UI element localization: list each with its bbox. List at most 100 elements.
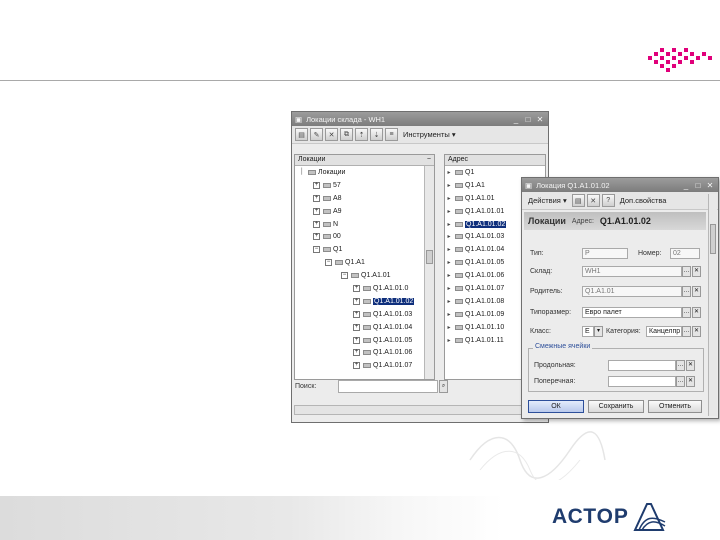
save-button[interactable]: Сохранить	[588, 400, 644, 413]
warehouse-lookup-button[interactable]: …	[682, 266, 691, 277]
expand-icon[interactable]: +	[353, 297, 360, 305]
filter-icon[interactable]: ≡	[385, 128, 398, 141]
tree-item[interactable]: +00	[295, 230, 434, 243]
class-dropdown-icon[interactable]: ▾	[594, 326, 603, 337]
tree-item[interactable]: + Q1.A1.01.05	[295, 334, 434, 347]
dialog-maximize-button[interactable]: □	[693, 180, 703, 190]
collapse-icon[interactable]: −	[341, 272, 348, 280]
folder-icon	[351, 273, 359, 279]
address-item-label: Q1.A1.01.02	[465, 220, 507, 228]
arrow-icon: ▸	[447, 182, 451, 189]
extra-props-button[interactable]: Доп.свойства	[617, 196, 670, 205]
cross-field[interactable]	[608, 376, 676, 387]
tree-item-selected[interactable]: + Q1.A1.01.02	[295, 295, 434, 308]
dialog-scrollbar[interactable]	[708, 194, 717, 416]
save-close-icon[interactable]: ✕	[586, 194, 600, 207]
size-lookup-button[interactable]: …	[682, 307, 691, 318]
locations-window: ▣ Локации склада - WH1 _ □ ✕ ▤ ✎ ✕ ⧉ ⇡ ⇣…	[291, 111, 549, 423]
warehouse-field[interactable]: WH1	[582, 266, 682, 277]
expand-icon[interactable]: +	[313, 220, 320, 228]
new-icon[interactable]: ▤	[295, 128, 308, 141]
expand-icon[interactable]: +	[353, 362, 360, 370]
arrow-icon: ▸	[447, 324, 451, 331]
location-dialog-titlebar[interactable]: ▣ Локация Q1.A1.01.02 _ □ ✕	[522, 178, 718, 192]
expand-icon[interactable]: +	[353, 323, 360, 331]
tree-item[interactable]: + A8	[295, 192, 434, 205]
expand-icon[interactable]: +	[353, 336, 360, 344]
expand-icon[interactable]: +	[313, 194, 320, 202]
expand-icon[interactable]: +	[353, 349, 360, 357]
horizontal-scrollbar[interactable]	[294, 405, 544, 415]
number-label: Номер:	[638, 250, 662, 257]
tree-item[interactable]: − Q1	[295, 243, 434, 256]
tree-item[interactable]: + Q1.A1.01.06	[295, 346, 434, 359]
tools-menu[interactable]: Инструменты ▾	[400, 130, 459, 139]
tree-item[interactable]: +57	[295, 179, 434, 192]
expand-icon[interactable]: +	[313, 207, 320, 215]
tree-item[interactable]: + N	[295, 218, 434, 231]
tree-scroll-thumb[interactable]	[426, 250, 433, 264]
help-icon[interactable]: ?	[601, 194, 615, 207]
tree-item[interactable]: + Q1.A1.01.04	[295, 321, 434, 334]
edit-icon[interactable]: ✎	[310, 128, 323, 141]
watermark-graphic	[469, 431, 606, 480]
tree-item[interactable]: + Q1.A1.01.07	[295, 359, 434, 372]
search-input[interactable]	[338, 380, 438, 393]
close-button[interactable]: ✕	[535, 114, 545, 124]
expand-icon[interactable]: +	[313, 233, 320, 241]
folder-icon	[363, 350, 371, 356]
type-field[interactable]: P	[582, 248, 628, 259]
cross-clear-button[interactable]: ✕	[686, 376, 695, 387]
dialog-scroll-thumb[interactable]	[710, 224, 716, 254]
parent-field[interactable]: Q1.A1.01	[582, 286, 682, 297]
move-up-icon[interactable]: ⇡	[355, 128, 368, 141]
maximize-button[interactable]: □	[523, 114, 533, 124]
category-clear-button[interactable]: ✕	[692, 326, 701, 337]
tree-header-collapse-icon[interactable]: −	[427, 156, 431, 164]
save-icon[interactable]: ▤	[571, 194, 585, 207]
warehouse-clear-button[interactable]: ✕	[692, 266, 701, 277]
minimize-button[interactable]: _	[511, 114, 521, 124]
folder-icon	[335, 260, 343, 266]
long-clear-button[interactable]: ✕	[686, 360, 695, 371]
folder-icon	[455, 260, 463, 266]
collapse-icon[interactable]: −	[325, 259, 332, 267]
tree-scrollbar[interactable]	[424, 166, 434, 379]
expand-icon[interactable]: +	[353, 284, 360, 292]
tree-item[interactable]: + A9	[295, 205, 434, 218]
size-field[interactable]: Евро палет	[582, 307, 682, 318]
expand-icon[interactable]: +	[353, 310, 360, 318]
number-field[interactable]: 02	[670, 248, 700, 259]
cross-lookup-button[interactable]: …	[676, 376, 685, 387]
parent-lookup-button[interactable]: …	[682, 286, 691, 297]
tree-item[interactable]: − Q1.A1.01	[295, 269, 434, 282]
ok-button[interactable]: ОК	[528, 400, 584, 413]
category-lookup-button[interactable]: …	[682, 326, 691, 337]
collapse-icon[interactable]: −	[313, 246, 320, 254]
long-field[interactable]	[608, 360, 676, 371]
dialog-header-bar: Локации Адрес: Q1.A1.01.02	[524, 212, 706, 230]
folder-icon	[455, 182, 463, 188]
expand-icon[interactable]: +	[313, 181, 320, 189]
copy-icon[interactable]: ⧉	[340, 128, 353, 141]
search-icon[interactable]: ⌕	[439, 380, 448, 393]
class-select[interactable]: E	[582, 326, 594, 337]
tree-item[interactable]: − Q1.A1	[295, 256, 434, 269]
long-lookup-button[interactable]: …	[676, 360, 685, 371]
actions-menu[interactable]: Действия ▾	[525, 196, 570, 205]
locations-window-titlebar[interactable]: ▣ Локации склада - WH1 _ □ ✕	[292, 112, 548, 126]
tree-item-label: N	[333, 220, 339, 228]
tree-item[interactable]: + Q1.A1.01.03	[295, 308, 434, 321]
category-label: Категория:	[606, 328, 641, 335]
delete-icon[interactable]: ✕	[325, 128, 338, 141]
tree-item-label: Q1	[333, 246, 343, 254]
tree-item[interactable]: + Q1.A1.01.0	[295, 282, 434, 295]
dialog-close-button[interactable]: ✕	[705, 180, 715, 190]
move-down-icon[interactable]: ⇣	[370, 128, 383, 141]
category-field[interactable]: Канцелпр	[646, 326, 682, 337]
dialog-minimize-button[interactable]: _	[681, 180, 691, 190]
tree-item[interactable]: │ Локации	[295, 166, 434, 179]
size-clear-button[interactable]: ✕	[692, 307, 701, 318]
cancel-button[interactable]: Отменить	[648, 400, 702, 413]
parent-clear-button[interactable]: ✕	[692, 286, 701, 297]
